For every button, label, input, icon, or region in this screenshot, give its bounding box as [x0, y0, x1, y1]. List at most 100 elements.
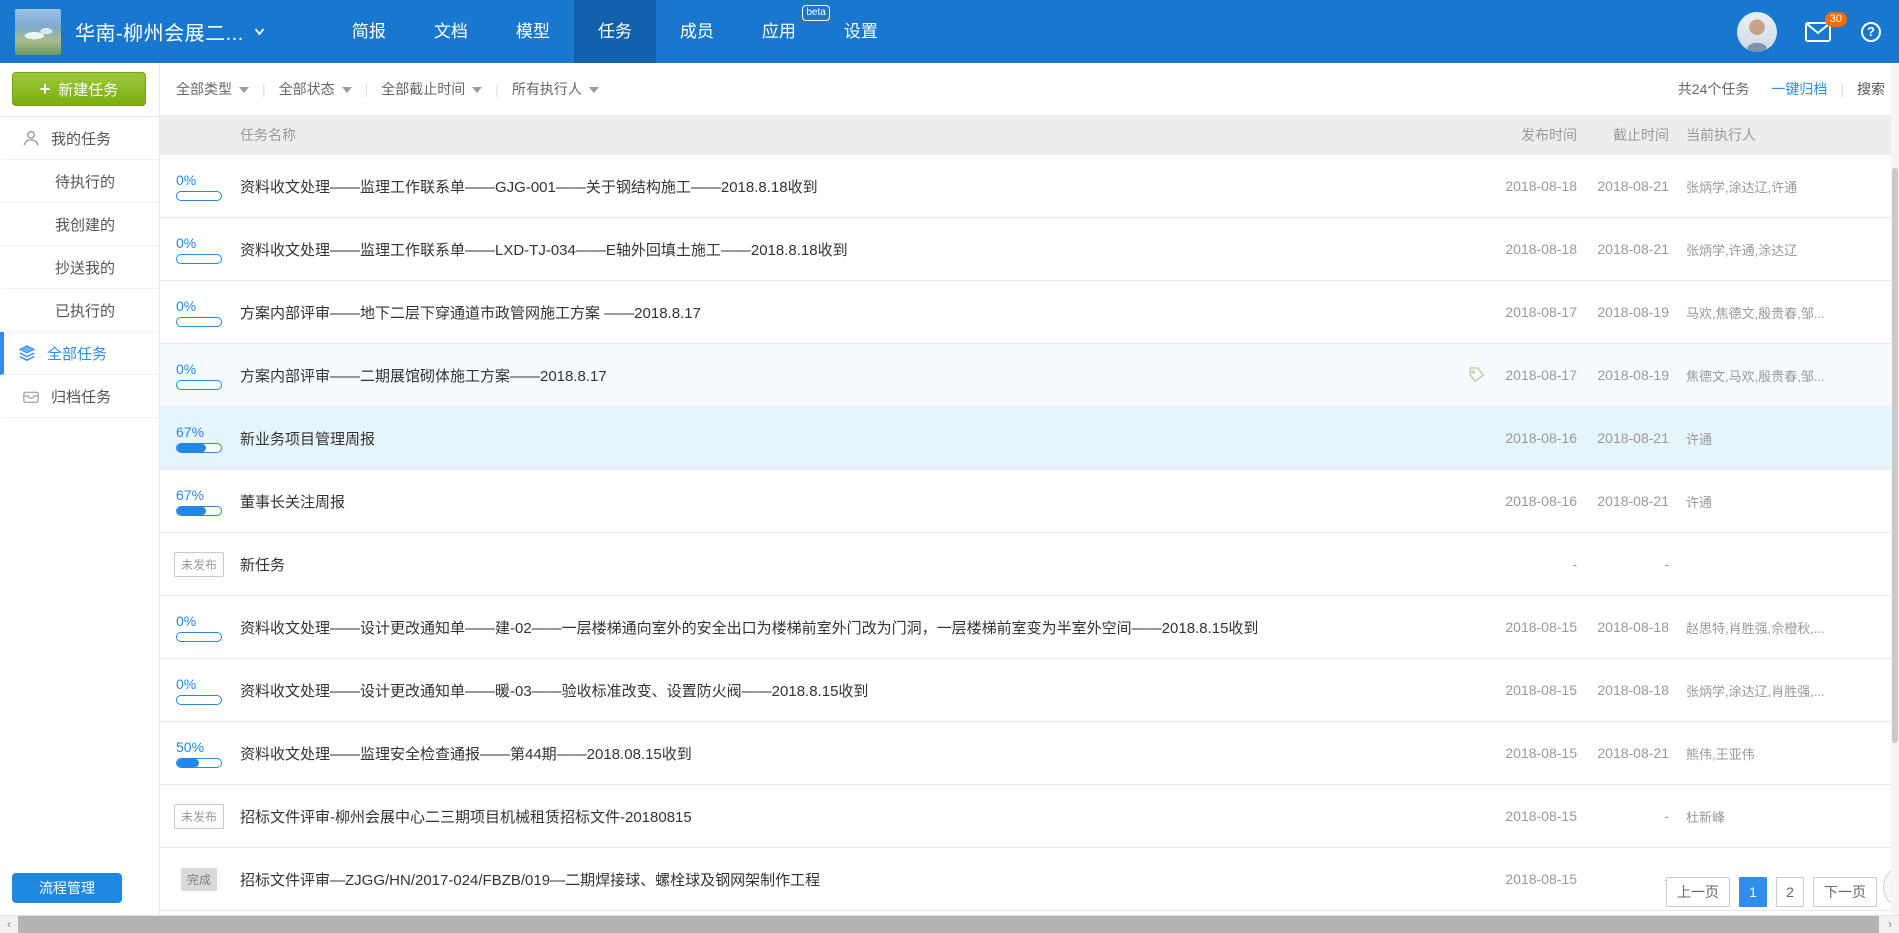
task-executor: 张炳学,许通,涂达辽 — [1669, 240, 1899, 259]
filter-type-dropdown[interactable]: 全部类型 — [176, 79, 249, 99]
sidebar-item-created-by-me[interactable]: 我创建的 — [0, 203, 159, 246]
next-page-button[interactable]: 下一页 — [1813, 877, 1877, 907]
table-header: 任务名称 发布时间 截止时间 当前执行人 — [160, 115, 1899, 155]
task-name: 资料收文处理——监理安全检查通报——第44期——2018.08.15收到 — [240, 743, 1459, 764]
caret-down-icon — [589, 87, 599, 93]
sidebar-item-executed[interactable]: 已执行的 — [0, 289, 159, 332]
progress-indicator: 0% — [176, 298, 222, 327]
sidebar-item-pending[interactable]: 待执行的 — [0, 160, 159, 203]
filter-status-dropdown[interactable]: 全部状态 — [279, 79, 352, 99]
task-row[interactable]: 0% 资料收文处理——监理工作联系单——LXD-TJ-034——E轴外回填土施工… — [160, 218, 1899, 281]
task-tag-cell — [1459, 303, 1493, 321]
task-row[interactable]: 67% 董事长关注周报 2018-08-16 2018-08-21 许通 — [160, 470, 1899, 533]
task-name: 新任务 — [240, 554, 1459, 575]
progress-percent-label: 0% — [176, 172, 222, 188]
project-logo — [15, 9, 61, 55]
progress-bar — [176, 254, 222, 264]
filter-deadline-dropdown[interactable]: 全部截止时间 — [381, 79, 482, 99]
task-publish-time: 2018-08-18 — [1493, 241, 1577, 257]
task-row[interactable]: 未发布 招标文件评审-柳州会展中心二三期项目机械租赁招标文件-20180815 … — [160, 785, 1899, 848]
status-badge: 完成 — [181, 868, 217, 891]
filter-type-label: 全部类型 — [176, 79, 232, 99]
tab-apps[interactable]: 应用 beta — [738, 0, 820, 63]
progress-percent-label: 0% — [176, 676, 222, 692]
search-link[interactable]: 搜索 — [1857, 79, 1885, 99]
progress-percent-label: 0% — [176, 235, 222, 251]
task-row[interactable]: 未发布 新任务 - - — [160, 533, 1899, 596]
header-task-name: 任务名称 — [240, 125, 1459, 145]
sidebar-item-label: 全部任务 — [47, 343, 107, 364]
sidebar-item-my-tasks[interactable]: 我的任务 — [0, 117, 159, 160]
task-row[interactable]: 完成 招标文件评审—ZJGG/HN/2017-024/FBZB/019—二期焊接… — [160, 848, 1899, 911]
horizontal-scrollbar-thumb[interactable] — [18, 916, 1879, 933]
page-1-button[interactable]: 1 — [1739, 877, 1767, 907]
task-executor: 许通 — [1669, 429, 1899, 448]
progress-indicator: 67% — [176, 424, 222, 453]
app-window: 华南-柳州会展二... 简报 文档 模型 任务 成员 应用 beta 设置 30… — [0, 0, 1899, 933]
task-row[interactable]: 0% 资料收文处理——监理工作联系单——GJG-001——关于钢结构施工——20… — [160, 155, 1899, 218]
sidebar-item-cc-to-me[interactable]: 抄送我的 — [0, 246, 159, 289]
task-name: 资料收文处理——设计更改通知单——建-02——一层楼梯通向室外的安全出口为楼梯前… — [240, 617, 1459, 638]
main-menu: 简报 文档 模型 任务 成员 应用 beta 设置 — [328, 0, 902, 63]
tab-tasks[interactable]: 任务 — [574, 0, 656, 63]
tab-briefing[interactable]: 简报 — [328, 0, 410, 63]
task-publish-time: 2018-08-17 — [1493, 367, 1577, 383]
messages-button[interactable]: 30 — [1805, 22, 1831, 42]
archive-all-link[interactable]: 一键归档 — [1771, 79, 1827, 99]
task-progress-cell: 0% — [174, 613, 224, 642]
task-row[interactable]: 0% 方案内部评审——地下二层下穿通道市政管网施工方案 ——2018.8.17 … — [160, 281, 1899, 344]
process-management-button[interactable]: 流程管理 — [12, 873, 122, 903]
sidebar-item-all-tasks[interactable]: 全部任务 — [0, 332, 159, 375]
sidebar-item-label: 已执行的 — [55, 300, 115, 321]
task-executor: 许通 — [1669, 492, 1899, 511]
task-table-body: 0% 资料收文处理——监理工作联系单——GJG-001——关于钢结构施工——20… — [160, 155, 1899, 915]
progress-percent-label: 0% — [176, 613, 222, 629]
horizontal-scrollbar[interactable]: ‹ › — [0, 915, 1899, 933]
tab-documents[interactable]: 文档 — [410, 0, 492, 63]
prev-page-button[interactable]: 上一页 — [1666, 877, 1730, 907]
task-publish-time: 2018-08-16 — [1493, 493, 1577, 509]
filter-executor-dropdown[interactable]: 所有执行人 — [512, 79, 599, 99]
task-row[interactable]: 0% 资料收文处理——设计更改通知单——暖-03——验收标准改变、设置防火阀——… — [160, 659, 1899, 722]
task-deadline: 2018-08-21 — [1585, 745, 1669, 761]
filter-status-label: 全部状态 — [279, 79, 335, 99]
caret-down-icon — [342, 87, 352, 93]
task-tag-cell — [1459, 177, 1493, 195]
tab-settings[interactable]: 设置 — [820, 0, 902, 63]
tab-members[interactable]: 成员 — [656, 0, 738, 63]
progress-bar — [176, 758, 222, 768]
help-icon[interactable]: ? — [1861, 22, 1881, 42]
content-area: 全部类型 | 全部状态 | 全部截止时间 | 所有执行人 共24个任务 一键归档… — [160, 63, 1899, 915]
task-progress-cell: 0% — [174, 676, 224, 705]
progress-bar — [176, 380, 222, 390]
task-row[interactable]: 50% 资料收文处理——监理安全检查通报——第44期——2018.08.15收到… — [160, 722, 1899, 785]
user-avatar[interactable] — [1737, 12, 1777, 52]
task-tag-cell — [1459, 240, 1493, 258]
scroll-right-arrow-icon[interactable]: › — [1881, 916, 1899, 933]
filter-separator: | — [495, 81, 499, 97]
task-name: 方案内部评审——二期展馆砌体施工方案——2018.8.17 — [240, 365, 1459, 386]
task-tag-cell — [1459, 744, 1493, 762]
progress-bar — [176, 317, 222, 327]
progress-indicator: 0% — [176, 613, 222, 642]
new-task-label: 新建任务 — [58, 79, 118, 100]
filter-separator: | — [262, 81, 266, 97]
tab-models[interactable]: 模型 — [492, 0, 574, 63]
sidebar-item-label: 归档任务 — [51, 386, 111, 407]
scroll-left-arrow-icon[interactable]: ‹ — [0, 916, 18, 933]
task-executor: 赵思特,肖胜强,佘橙秋,... — [1669, 618, 1899, 637]
new-task-button[interactable]: + 新建任务 — [12, 72, 146, 106]
task-row[interactable]: 67% 新业务项目管理周报 2018-08-16 2018-08-21 许通 — [160, 407, 1899, 470]
task-deadline: 2018-08-19 — [1585, 304, 1669, 320]
progress-percent-label: 50% — [176, 739, 222, 755]
task-row[interactable]: 0% 方案内部评审——二期展馆砌体施工方案——2018.8.17 2018-08… — [160, 344, 1899, 407]
vertical-scrollbar[interactable] — [1891, 63, 1899, 915]
progress-percent-label: 67% — [176, 487, 222, 503]
project-switcher[interactable]: 华南-柳州会展二... — [75, 17, 266, 46]
task-row[interactable]: 0% 资料收文处理——设计更改通知单——建-02——一层楼梯通向室外的安全出口为… — [160, 596, 1899, 659]
page-2-button[interactable]: 2 — [1776, 877, 1804, 907]
vertical-scrollbar-thumb[interactable] — [1892, 168, 1898, 743]
task-progress-cell: 67% — [174, 424, 224, 453]
sidebar-item-archived-tasks[interactable]: 归档任务 — [0, 375, 159, 418]
task-tag-cell — [1459, 681, 1493, 699]
